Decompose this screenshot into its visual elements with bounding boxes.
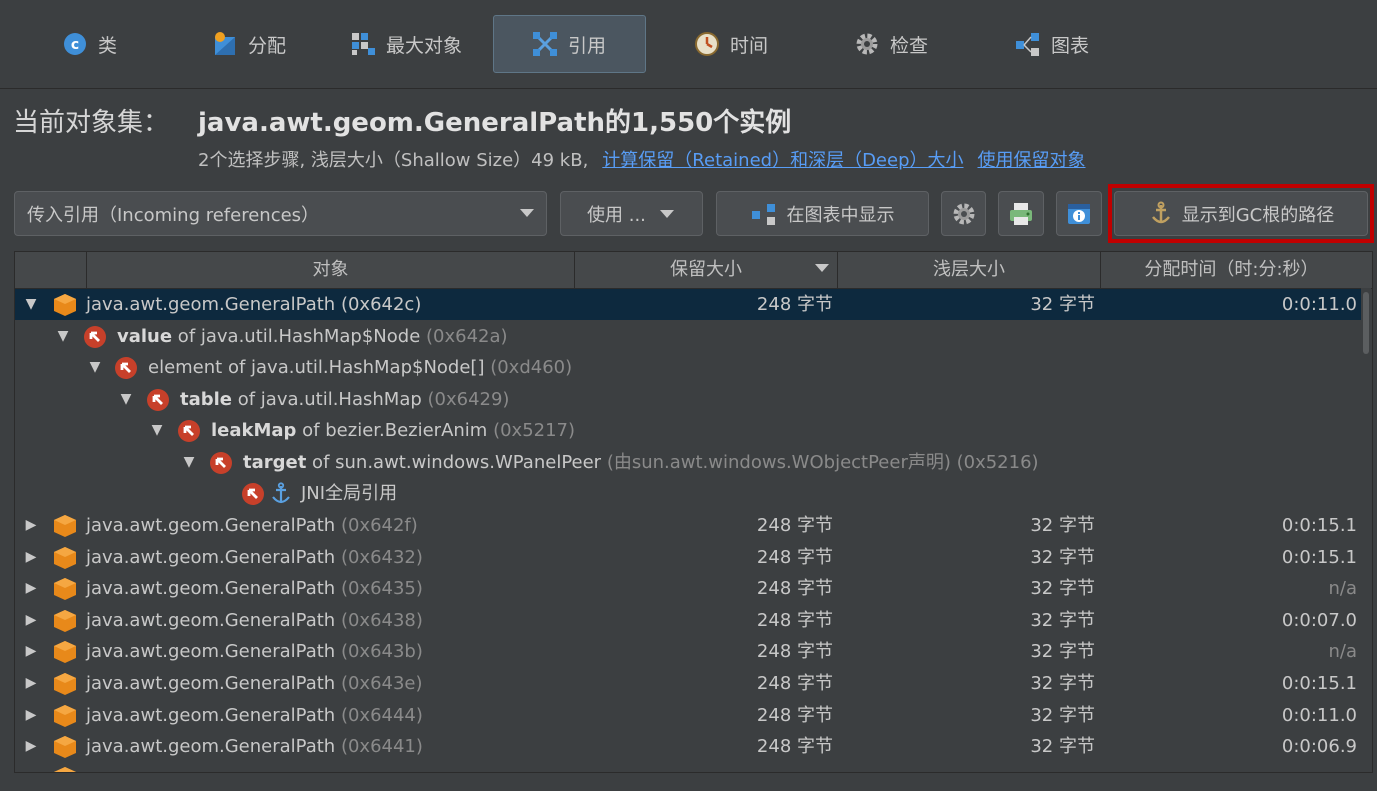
collapsed-arrow-icon[interactable]: ▶	[23, 731, 39, 762]
current-object-set-label: 当前对象集：	[13, 108, 170, 138]
gear-icon	[951, 201, 977, 227]
reference-row[interactable]: ▼ table of java.util.HashMap (0x6429)	[15, 384, 1361, 415]
reference-type-dropdown[interactable]: 传入引用（Incoming references）	[14, 191, 547, 236]
tab-time[interactable]: 时间	[684, 15, 794, 73]
chevron-down-icon	[660, 210, 674, 218]
column-header-object[interactable]: 对象	[86, 252, 574, 288]
incoming-reference-icon	[147, 389, 169, 411]
expanded-arrow-icon[interactable]: ▼	[87, 352, 103, 383]
table-row[interactable]: ▶ java.awt.geom.GeneralPath (0x6438) 248 字…	[15, 605, 1361, 636]
table-row[interactable]: ▶ java.awt.geom.GeneralPath (0x6435) 248 字…	[15, 573, 1361, 604]
incoming-reference-icon	[115, 357, 137, 379]
table-header: 对象 保留大小 浅层大小 分配时间（时:分:秒）	[15, 252, 1372, 289]
instance-cube-icon	[54, 546, 76, 569]
tab-classes[interactable]: c 类	[52, 15, 162, 73]
instance-cube-icon	[54, 578, 76, 601]
table-row[interactable]: ▶ java.awt.geom.GeneralPath (0x642f) 248 字…	[15, 510, 1361, 541]
gc-root-row[interactable]: JNI全局引用	[15, 478, 1361, 509]
view-tabbar: c 类 分配 最大对象 引用 时间 检查 图表	[0, 0, 1377, 89]
incoming-reference-icon	[210, 452, 232, 474]
references-icon	[532, 31, 558, 57]
expanded-arrow-icon[interactable]: ▼	[55, 321, 71, 352]
reference-row[interactable]: ▼ target of sun.awt.windows.WPanelPeer (…	[15, 447, 1361, 478]
instance-cube-icon	[54, 609, 76, 632]
collapsed-arrow-icon[interactable]: ▶	[23, 762, 39, 772]
graph-icon	[751, 203, 777, 225]
tab-inspections[interactable]: 检查	[844, 15, 954, 73]
chevron-down-icon	[520, 209, 534, 217]
collapsed-arrow-icon[interactable]: ▶	[23, 605, 39, 636]
object-set-summary: 2个选择步骤, 浅层大小（Shallow Size）49 kB, 计算保留（Ret…	[198, 146, 1086, 172]
table-row[interactable]: ▶ java.awt.geom.GeneralPath (0x6441) 248 字…	[15, 731, 1361, 762]
reference-row[interactable]: ▼ value of java.util.HashMap$Node (0x642…	[15, 321, 1361, 352]
printer-icon	[1008, 201, 1034, 227]
use-retained-objects-link[interactable]: 使用保留对象	[978, 150, 1086, 171]
expanded-arrow-icon[interactable]: ▼	[149, 415, 165, 446]
print-button[interactable]	[998, 191, 1044, 236]
anchor-icon	[272, 482, 290, 504]
table-row-partial[interactable]: ▶	[15, 762, 1361, 772]
column-header-retained[interactable]: 保留大小	[574, 252, 837, 288]
gear-icon	[854, 31, 880, 57]
table-row-selected[interactable]: ▼ java.awt.geom.GeneralPath (0x642c) 248…	[15, 289, 1361, 320]
reference-row[interactable]: ▼ element of java.util.HashMap$Node[] (0…	[15, 352, 1361, 383]
column-header-alloc-time[interactable]: 分配时间（时:分:秒）	[1100, 252, 1362, 288]
collapsed-arrow-icon[interactable]: ▶	[23, 636, 39, 667]
expanded-arrow-icon[interactable]: ▼	[181, 447, 197, 478]
sort-descending-icon	[815, 264, 829, 272]
collapsed-arrow-icon[interactable]: ▶	[23, 573, 39, 604]
column-header-shallow[interactable]: 浅层大小	[837, 252, 1100, 288]
vertical-scrollbar[interactable]	[1361, 288, 1371, 772]
column-header-spacer	[15, 252, 86, 288]
info-icon	[1066, 201, 1092, 227]
collapsed-arrow-icon[interactable]: ▶	[23, 668, 39, 699]
table-row[interactable]: ▶ java.awt.geom.GeneralPath (0x643e) 248 字…	[15, 668, 1361, 699]
instance-cube-icon	[54, 294, 76, 316]
settings-button[interactable]	[941, 191, 986, 236]
table-row[interactable]: ▶ java.awt.geom.GeneralPath (0x6444) 248 字…	[15, 700, 1361, 731]
collapsed-arrow-icon[interactable]: ▶	[23, 700, 39, 731]
incoming-reference-icon	[178, 420, 200, 442]
tab-references[interactable]: 引用	[493, 15, 646, 73]
instance-cube-icon	[54, 736, 76, 759]
expanded-arrow-icon[interactable]: ▼	[118, 384, 134, 415]
incoming-reference-icon	[84, 326, 106, 348]
info-button[interactable]	[1056, 191, 1102, 236]
use-menu-button[interactable]: 使用 ...	[560, 191, 703, 236]
incoming-reference-icon	[242, 483, 264, 505]
object-set-title: java.awt.geom.GeneralPath的1,550个实例	[198, 108, 792, 138]
selection-steps-text: 2个选择步骤, 浅层大小（Shallow Size）49 kB,	[198, 150, 589, 171]
instance-cube-icon	[54, 704, 76, 727]
instance-cube-icon	[54, 515, 76, 537]
references-tree-table: 对象 保留大小 浅层大小 分配时间（时:分:秒） ▼ java.awt.geom…	[14, 251, 1373, 773]
table-row[interactable]: ▶ java.awt.geom.GeneralPath (0x6432) 248 字…	[15, 542, 1361, 573]
clock-icon	[694, 31, 720, 57]
scrollbar-thumb[interactable]	[1363, 292, 1369, 354]
reference-row[interactable]: ▼ leakMap of bezier.BezierAnim (0x5217)	[15, 415, 1361, 446]
class-c-icon: c	[62, 31, 88, 57]
expanded-arrow-icon[interactable]: ▼	[23, 289, 39, 320]
table-row[interactable]: ▶ java.awt.geom.GeneralPath (0x643b) 248 字…	[15, 636, 1361, 667]
tab-allocations[interactable]: 分配	[202, 15, 322, 73]
highlight-box	[1108, 184, 1374, 243]
allocation-icon	[212, 31, 238, 57]
tab-graph[interactable]: 图表	[1005, 15, 1115, 73]
biggest-objects-icon	[350, 31, 376, 57]
graph-icon	[1015, 31, 1041, 57]
instance-cube-icon	[54, 673, 76, 695]
instance-cube-icon	[54, 767, 76, 772]
collapsed-arrow-icon[interactable]: ▶	[23, 542, 39, 573]
instance-cube-icon	[54, 641, 76, 664]
tab-biggest-objects[interactable]: 最大对象	[340, 15, 490, 73]
svg-text:c: c	[71, 37, 79, 53]
calculate-retained-sizes-link[interactable]: 计算保留（Retained）和深层（Deep）大小	[602, 150, 963, 171]
show-in-graph-button[interactable]: 在图表中显示	[716, 191, 929, 236]
collapsed-arrow-icon[interactable]: ▶	[23, 510, 39, 541]
